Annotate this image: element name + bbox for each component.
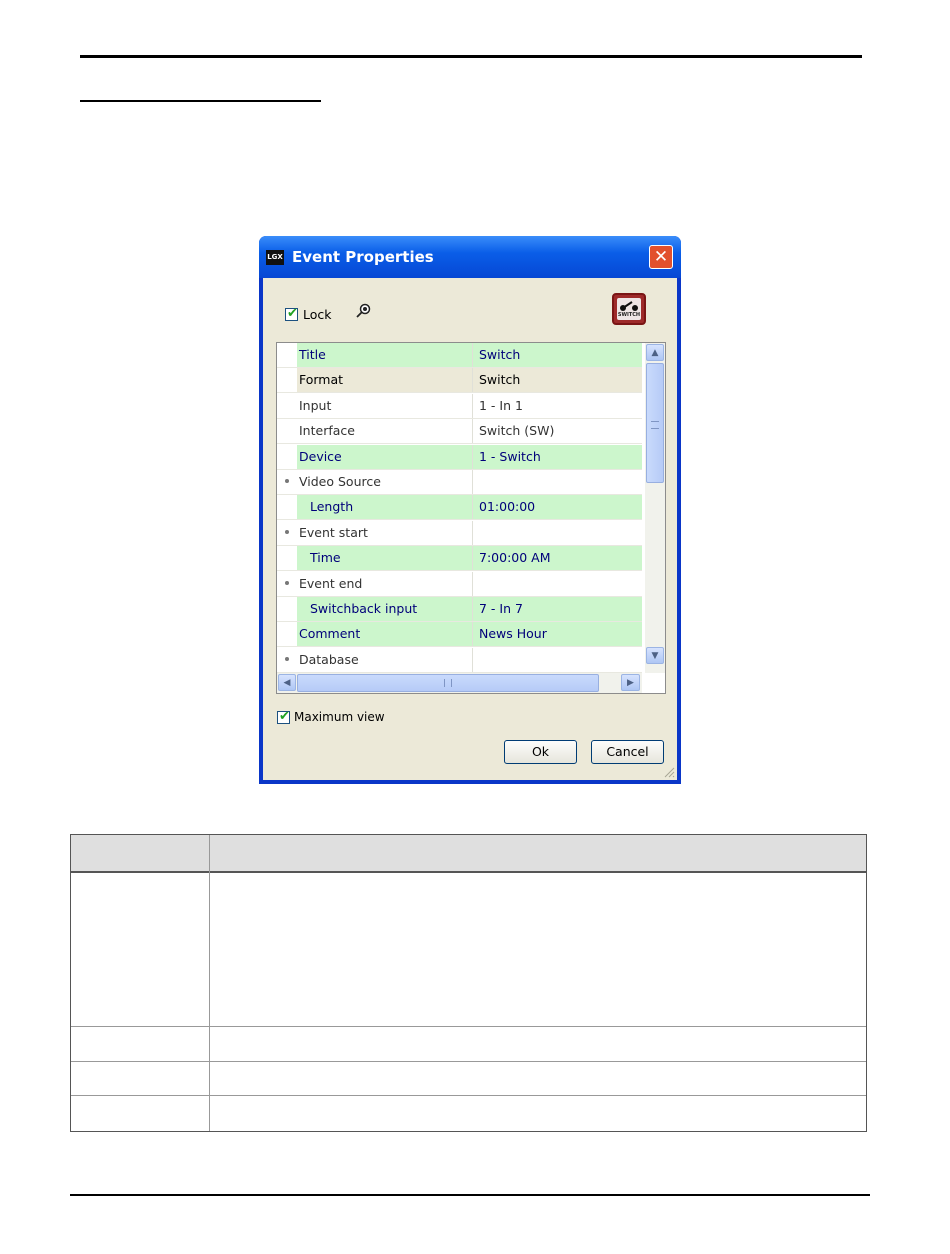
property-name: Switchback input: [297, 597, 473, 621]
vertical-scroll-thumb[interactable]: [646, 363, 664, 483]
row-gutter: [277, 622, 297, 647]
dialog-title: Event Properties: [292, 248, 434, 266]
row-gutter: [277, 343, 297, 367]
property-row[interactable]: Title Switch: [277, 343, 642, 368]
expand-toggle-icon[interactable]: [285, 656, 289, 661]
row-gutter: [277, 597, 297, 621]
property-name: Time: [297, 546, 473, 571]
property-row[interactable]: Device 1 - Switch: [277, 444, 642, 470]
event-properties-dialog: LGX Event Properties ✕ ✔ Lock SWITCH Tit: [259, 236, 681, 784]
table-column-divider: [209, 835, 210, 1131]
property-row[interactable]: Switchback input 7 - In 7: [277, 597, 642, 622]
row-gutter: [277, 393, 297, 418]
table-row-divider: [71, 1095, 866, 1096]
header-rule: [80, 55, 862, 58]
dialog-body: ✔ Lock SWITCH Title Switch Format Switch Inp…: [263, 278, 677, 780]
pin-icon[interactable]: [355, 303, 371, 319]
property-name: Input: [297, 393, 473, 418]
row-gutter: [277, 419, 297, 444]
cancel-button[interactable]: Cancel: [591, 740, 664, 764]
scroll-down-button[interactable]: ▼: [646, 647, 664, 664]
property-value[interactable]: [473, 470, 642, 494]
property-name: Format: [297, 368, 473, 393]
row-gutter: [277, 470, 297, 494]
resize-grip-icon[interactable]: [663, 766, 675, 778]
property-value[interactable]: 7 - In 7: [473, 597, 642, 621]
property-name: Comment: [297, 622, 473, 647]
property-row[interactable]: Event end: [277, 571, 642, 597]
property-name: Device: [297, 444, 473, 469]
maximum-view-label: Maximum view: [294, 710, 385, 724]
property-row[interactable]: Database: [277, 647, 642, 673]
switch-icon-label: SWITCH: [617, 312, 641, 318]
vertical-scrollbar[interactable]: ▲ ▼: [645, 343, 665, 673]
property-value[interactable]: 1 - Switch: [473, 444, 642, 469]
row-gutter: [277, 520, 297, 545]
property-value[interactable]: 1 - In 1: [473, 393, 642, 418]
checkmark-icon: ✔: [279, 709, 290, 724]
horizontal-scroll-thumb[interactable]: [297, 674, 599, 692]
property-name: Database: [297, 647, 473, 672]
property-value[interactable]: News Hour: [473, 622, 642, 647]
maximum-view-checkbox[interactable]: ✔: [277, 709, 290, 724]
table-row-divider: [71, 1061, 866, 1062]
expand-toggle-icon[interactable]: [285, 479, 289, 483]
row-gutter: [277, 495, 297, 520]
property-grid[interactable]: Title Switch Format Switch Input 1 - In 1 Inte…: [276, 342, 666, 694]
property-row[interactable]: Event start: [277, 520, 642, 546]
property-row[interactable]: Format Switch: [277, 368, 642, 394]
lock-checkbox[interactable]: ✔: [285, 306, 298, 321]
property-name: Length: [297, 495, 473, 520]
property-name: Video Source: [297, 470, 473, 494]
property-row[interactable]: Comment News Hour: [277, 622, 642, 648]
property-row[interactable]: Time 7:00:00 AM: [277, 546, 642, 572]
property-value[interactable]: [473, 571, 642, 596]
footer-rule: [70, 1194, 870, 1196]
dialog-titlebar[interactable]: LGX Event Properties ✕: [259, 236, 681, 278]
close-icon[interactable]: ✕: [649, 245, 673, 269]
property-row[interactable]: Video Source: [277, 470, 642, 495]
row-gutter: [277, 571, 297, 596]
row-gutter: [277, 647, 297, 672]
property-row[interactable]: Input 1 - In 1: [277, 393, 642, 419]
property-value[interactable]: [473, 647, 642, 672]
scroll-up-button[interactable]: ▲: [646, 344, 664, 361]
horizontal-scrollbar[interactable]: ◀ ▶: [277, 673, 642, 693]
property-name: Title: [297, 343, 473, 367]
property-value[interactable]: 7:00:00 AM: [473, 546, 642, 571]
row-gutter: [277, 368, 297, 393]
property-value[interactable]: 01:00:00: [473, 495, 642, 520]
checkmark-icon: ✔: [287, 306, 298, 321]
property-value[interactable]: [473, 520, 642, 545]
switch-event-icon: SWITCH: [612, 293, 646, 325]
scroll-right-button[interactable]: ▶: [621, 674, 640, 691]
property-value[interactable]: Switch: [473, 343, 642, 367]
ok-button[interactable]: Ok: [504, 740, 577, 764]
scroll-left-button[interactable]: ◀: [278, 674, 296, 691]
table-header-row: [71, 835, 866, 873]
property-name: Event end: [297, 571, 473, 596]
lock-label: Lock: [303, 307, 332, 322]
property-name: Interface: [297, 419, 473, 444]
property-value[interactable]: Switch: [473, 368, 642, 393]
description-table: [70, 834, 867, 1132]
scroll-grip-icon: [651, 421, 659, 429]
row-gutter: [277, 546, 297, 571]
property-name: Event start: [297, 520, 473, 545]
property-value[interactable]: Switch (SW): [473, 419, 642, 444]
section-heading-underline: [80, 100, 321, 102]
scroll-grip-icon: [444, 679, 452, 687]
expand-toggle-icon[interactable]: [285, 529, 289, 534]
property-row[interactable]: Length 01:00:00: [277, 495, 642, 521]
property-row[interactable]: Interface Switch (SW): [277, 419, 642, 445]
row-gutter: [277, 444, 297, 469]
table-row-divider: [71, 1026, 866, 1027]
lgx-app-icon: LGX: [266, 250, 284, 265]
expand-toggle-icon[interactable]: [285, 580, 289, 585]
